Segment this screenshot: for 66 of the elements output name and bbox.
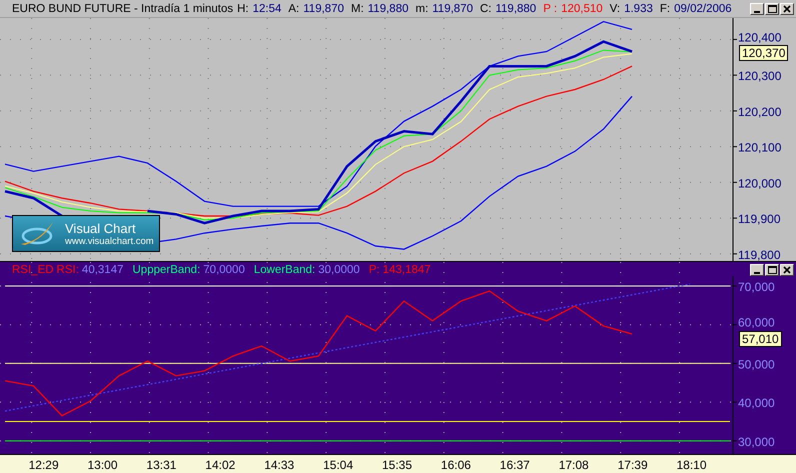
legend-value: 40,3147 bbox=[82, 264, 124, 276]
time-label: 13:00 bbox=[88, 458, 118, 472]
legend-label: LowerBand: bbox=[254, 264, 316, 276]
axis-label: 120,000 bbox=[738, 176, 782, 190]
legend-label: UppperBand: bbox=[132, 264, 200, 276]
field-label: H: bbox=[237, 2, 249, 14]
legend-label: RSI_ED bbox=[12, 264, 54, 276]
legend-label: RSI: bbox=[56, 264, 79, 276]
field-value: 12:54 bbox=[252, 2, 282, 14]
minimize-button[interactable] bbox=[750, 2, 764, 14]
axis-label: 120,400 bbox=[738, 30, 782, 44]
maximize-icon bbox=[768, 4, 776, 12]
maximize-button[interactable] bbox=[765, 2, 779, 14]
field-value: 119,870 bbox=[303, 2, 344, 14]
time-label: 16:06 bbox=[440, 458, 471, 472]
legend-label: P: bbox=[368, 264, 380, 276]
minimize-icon bbox=[754, 10, 760, 12]
field-value: 120,510 bbox=[561, 2, 603, 14]
close-button[interactable] bbox=[780, 2, 794, 14]
time-label: 18:10 bbox=[676, 458, 707, 472]
logo-url: www.visualchart.com bbox=[65, 236, 154, 246]
axis-label: 70,000 bbox=[738, 280, 775, 294]
axis-label: 30,000 bbox=[738, 434, 775, 449]
field-label: C: bbox=[480, 2, 492, 14]
time-label: 14:02 bbox=[205, 458, 236, 472]
field-label: m: bbox=[415, 2, 428, 14]
field-label: V: bbox=[610, 2, 620, 14]
axis-label: 119,800 bbox=[738, 248, 780, 261]
field-value: 119,870 bbox=[432, 2, 473, 14]
time-label: 17:08 bbox=[558, 458, 589, 472]
legend-value: 143,1847 bbox=[382, 264, 431, 276]
field-label: A: bbox=[288, 2, 300, 14]
legend-value: 70,0000 bbox=[203, 264, 245, 276]
time-label: 15:04 bbox=[323, 458, 354, 472]
time-label: 14:33 bbox=[264, 458, 294, 472]
axis-label: 120,300 bbox=[738, 69, 782, 84]
minimize-button[interactable] bbox=[750, 264, 764, 276]
legend-value: 30,0000 bbox=[318, 264, 360, 276]
minimize-icon bbox=[754, 272, 760, 274]
price-tag: 120,370 bbox=[739, 45, 788, 62]
field-value: 119,880 bbox=[495, 2, 536, 14]
time-label: 12:29 bbox=[28, 458, 59, 472]
field-label: F: bbox=[660, 2, 670, 14]
field-label: P : bbox=[543, 2, 558, 14]
maximize-icon bbox=[768, 266, 776, 274]
logo-name: Visual Chart bbox=[65, 220, 137, 236]
time-label: 16:37 bbox=[500, 458, 530, 472]
close-icon bbox=[783, 266, 791, 274]
field-value: 119,880 bbox=[368, 2, 408, 14]
time-label: 15:35 bbox=[382, 458, 412, 472]
close-icon bbox=[783, 4, 791, 12]
field-value: 09/02/2006 bbox=[674, 2, 732, 14]
maximize-button[interactable] bbox=[765, 264, 779, 276]
field-value: 1.933 bbox=[624, 2, 653, 14]
rsi-tag: 57,010 bbox=[739, 331, 782, 348]
field-label: M: bbox=[350, 2, 364, 14]
axis-label: 119,900 bbox=[738, 212, 780, 226]
axis-label: 40,000 bbox=[738, 396, 775, 410]
axis-label: 120,200 bbox=[738, 104, 782, 119]
close-button[interactable] bbox=[780, 264, 794, 276]
window-title: EURO BUND FUTURE - Intradía 1 minutos bbox=[12, 2, 234, 14]
axis-label: 60,000 bbox=[738, 316, 775, 330]
axis-label: 50,000 bbox=[738, 357, 775, 372]
time-label: 13:31 bbox=[146, 458, 176, 472]
axis-label: 120,100 bbox=[738, 140, 782, 155]
time-label: 17:39 bbox=[618, 458, 648, 472]
